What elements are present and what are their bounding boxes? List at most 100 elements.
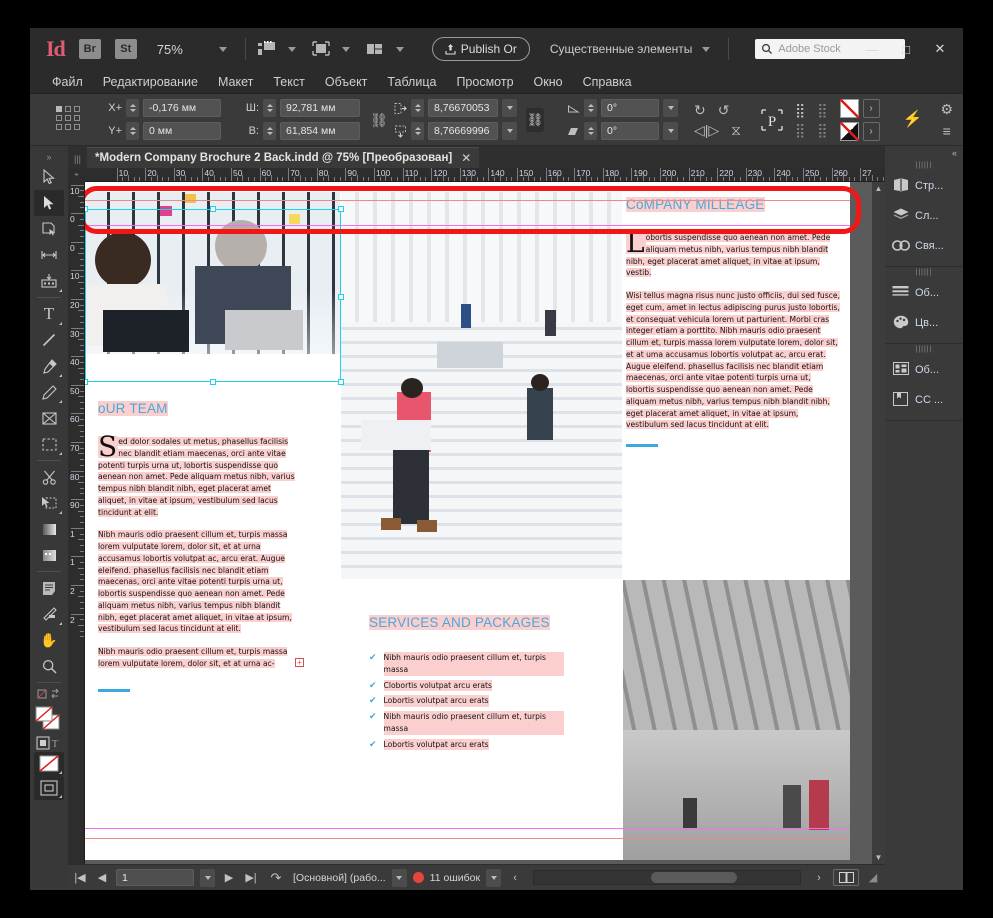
page-number-dropdown[interactable]	[200, 868, 215, 887]
selection-handle-mr[interactable]	[338, 294, 344, 300]
vertical-scrollbar[interactable]: ▲ ▼	[872, 182, 885, 864]
document-page[interactable]: CoMPANY MILLEAGE L obortis suspendisse q…	[85, 182, 850, 860]
vertical-ruler[interactable]: 10 0 0 10 20 30 40 50 60 70 80 90 1 1 2 2	[68, 182, 85, 864]
last-page-icon[interactable]: ▶|	[243, 871, 259, 884]
menu-item-help[interactable]: Справка	[583, 75, 632, 89]
panel-object-styles[interactable]: Об...	[885, 355, 963, 385]
tools-panel-handle[interactable]: »	[30, 150, 68, 164]
width-input[interactable]: 92,781 мм	[280, 99, 360, 117]
y-stepper[interactable]	[126, 122, 139, 140]
scale-x-stepper[interactable]	[411, 99, 424, 117]
menu-item-edit[interactable]: Редактирование	[103, 75, 198, 89]
status-more-icon[interactable]: ‹	[507, 872, 523, 884]
tool-pen[interactable]	[34, 353, 64, 379]
quick-apply-icon[interactable]: ⚡	[903, 111, 923, 128]
gear-icon[interactable]: ⚙	[940, 102, 953, 116]
constrain-proportions-wh-toggle[interactable]: ⛓	[368, 113, 390, 127]
minimize-button[interactable]: —	[855, 35, 889, 63]
chevron-down-icon[interactable]	[702, 46, 711, 52]
distribute-right-icon[interactable]: ⣿	[817, 123, 827, 137]
preflight-dropdown[interactable]	[391, 868, 407, 887]
align-top-icon[interactable]: ⣿	[795, 103, 805, 117]
tool-gap[interactable]	[34, 242, 64, 268]
stroke-swatch-expand[interactable]: ›	[862, 121, 880, 141]
scale-y-stepper[interactable]	[411, 122, 424, 140]
tool-scissors[interactable]	[34, 464, 64, 490]
scroll-down-icon[interactable]: ▼	[875, 851, 883, 864]
reference-point-selector[interactable]	[56, 105, 84, 134]
rotation-stepper[interactable]	[584, 99, 597, 117]
tool-page[interactable]	[34, 216, 64, 242]
rotation-dropdown[interactable]	[663, 99, 678, 117]
menu-item-object[interactable]: Объект	[325, 75, 368, 89]
rotate-counterclockwise-icon[interactable]: ↺	[718, 103, 730, 117]
selection-handle-br[interactable]	[338, 379, 344, 385]
screen-mode-button[interactable]	[34, 776, 64, 800]
chevron-down-icon[interactable]	[218, 46, 227, 52]
horizontal-ruler[interactable]: 10 20 30 40 50 60 70 80 90 100 110 120 130 140 150 160 1…	[85, 168, 885, 182]
panel-stroke[interactable]: Об...	[885, 278, 963, 308]
dock-grip[interactable]: ||||||	[885, 344, 963, 355]
tool-line[interactable]	[34, 327, 64, 353]
panel-links[interactable]: Свя...	[885, 231, 963, 261]
shear-stepper[interactable]	[584, 122, 597, 140]
next-page-icon[interactable]: ▶	[221, 871, 237, 884]
document-tab[interactable]: *Modern Company Brochure 2 Back.indd @ 7…	[87, 147, 480, 168]
our-team-section[interactable]: oUR TEAM S ed dolor sodales ut metus, ph…	[98, 400, 304, 692]
panel-color[interactable]: Цв...	[885, 308, 963, 338]
chevron-down-icon[interactable]	[395, 46, 404, 52]
services-section[interactable]: SERVICES AND PACKAGES ✔ Nibh mauris odio…	[369, 614, 564, 754]
x-stepper[interactable]	[126, 99, 139, 117]
panel-layers[interactable]: Сл...	[885, 201, 963, 231]
tool-gradient-swatch[interactable]	[34, 516, 64, 542]
dock-grip[interactable]: ||||||	[885, 160, 963, 171]
menu-item-window[interactable]: Окно	[534, 75, 563, 89]
status-expand-icon[interactable]: ›	[811, 872, 827, 884]
rotation-angle-input[interactable]: 0°	[601, 99, 659, 117]
apply-none-button[interactable]	[34, 752, 64, 776]
menu-item-view[interactable]: Просмотр	[456, 75, 513, 89]
publish-online-button[interactable]: Publish Or	[431, 37, 530, 61]
photo-city-street[interactable]	[623, 580, 850, 860]
panel-pages[interactable]: Стр...	[885, 171, 963, 201]
first-page-icon[interactable]: |◀	[72, 871, 88, 884]
errors-dropdown[interactable]	[486, 868, 502, 887]
resize-grip-icon[interactable]: ◢	[865, 871, 881, 884]
text-overflow-indicator[interactable]: +	[295, 658, 304, 667]
width-stepper[interactable]	[263, 99, 276, 117]
screen-mode-2-control[interactable]	[310, 40, 360, 58]
chevron-down-icon[interactable]	[341, 46, 350, 52]
chevron-down-icon[interactable]	[287, 46, 296, 52]
tool-pencil[interactable]	[34, 379, 64, 405]
scale-y-input[interactable]: 8,76669996	[428, 122, 498, 140]
tool-free-transform[interactable]	[34, 490, 64, 516]
selection-handle-bl[interactable]	[85, 379, 88, 385]
dock-grip[interactable]: ||||||	[885, 267, 963, 278]
flip-vertical-icon[interactable]: ⧖	[731, 123, 741, 137]
panel-cc-libraries[interactable]: CC ...	[885, 385, 963, 415]
canvas[interactable]: CoMPANY MILLEAGE L obortis suspendisse q…	[85, 182, 872, 864]
close-button[interactable]: ✕	[923, 35, 957, 63]
screen-mode-control[interactable]	[256, 40, 306, 58]
shear-dropdown[interactable]	[663, 122, 678, 140]
spread-view-toggle[interactable]	[833, 869, 859, 886]
fill-stroke-proxy[interactable]	[34, 704, 64, 734]
y-position-input[interactable]: 0 мм	[143, 122, 221, 140]
fill-swatch-none[interactable]	[839, 98, 859, 118]
tool-note[interactable]	[34, 575, 64, 601]
tool-type[interactable]: T	[34, 301, 64, 327]
tool-selection[interactable]	[34, 164, 64, 190]
menu-item-type[interactable]: Текст	[273, 75, 304, 89]
scale-y-dropdown[interactable]	[502, 122, 517, 140]
stock-button[interactable]: St	[114, 39, 137, 59]
menu-item-layout[interactable]: Макет	[218, 75, 253, 89]
scale-x-dropdown[interactable]	[502, 99, 517, 117]
tool-rectangle-frame[interactable]	[34, 405, 64, 431]
scroll-up-icon[interactable]: ▲	[875, 182, 883, 195]
dock-collapse-button[interactable]: «	[885, 146, 963, 160]
selection-frame[interactable]	[85, 209, 341, 382]
formatting-target-toggle[interactable]: T	[34, 734, 64, 752]
horizontal-scrollbar[interactable]	[533, 870, 801, 885]
tool-direct-selection[interactable]	[34, 190, 64, 216]
previous-page-icon[interactable]: ◀	[94, 871, 110, 884]
